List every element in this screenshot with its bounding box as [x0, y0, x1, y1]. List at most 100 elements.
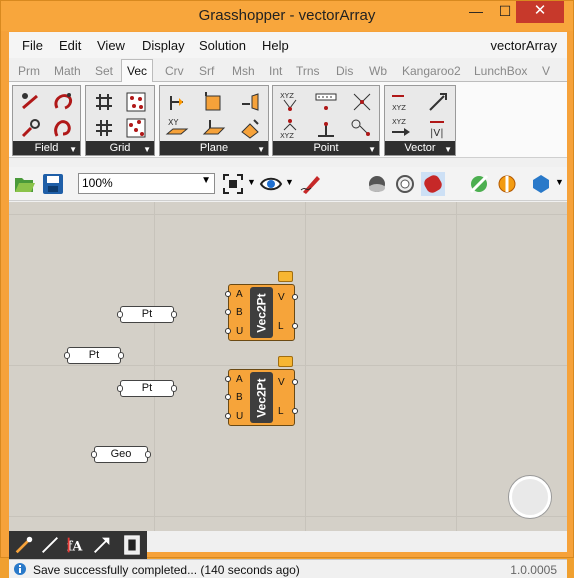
menu-view[interactable]: View	[97, 38, 125, 53]
tab-int[interactable]: Int	[269, 64, 282, 78]
field-line-charge-icon[interactable]	[19, 90, 43, 114]
input-grip[interactable]	[225, 376, 231, 382]
group-expand-icon[interactable]: ▼	[69, 145, 77, 154]
group-expand-icon[interactable]: ▼	[143, 145, 151, 154]
param-output-grip[interactable]	[171, 311, 177, 318]
save-file-icon[interactable]	[41, 172, 65, 196]
group-expand-icon[interactable]: ▼	[444, 145, 452, 154]
menu-help[interactable]: Help	[262, 38, 289, 53]
menu-file[interactable]: File	[22, 38, 43, 53]
param-input-grip[interactable]	[91, 451, 97, 458]
sketch-pen-icon[interactable]	[299, 172, 323, 196]
tab-set[interactable]: Set	[95, 64, 113, 78]
plane-deconstruct-icon[interactable]	[238, 90, 262, 114]
zoom-select[interactable]: 100% ▼	[78, 173, 215, 194]
output-l[interactable]: L	[278, 406, 284, 417]
output-v[interactable]: V	[278, 377, 285, 388]
param-input-grip[interactable]	[117, 385, 123, 392]
menu-display[interactable]: Display	[142, 38, 185, 53]
param-input-grip[interactable]	[117, 311, 123, 318]
text-tag-icon[interactable]: fA	[65, 534, 87, 556]
input-b[interactable]: B	[236, 392, 243, 403]
output-grip[interactable]	[292, 294, 298, 300]
param-output-grip[interactable]	[171, 385, 177, 392]
mesh-quality-icon[interactable]	[529, 172, 553, 196]
group-label-plane[interactable]: Plane	[160, 141, 268, 155]
vector-xyz-icon[interactable]: XYZ	[390, 116, 414, 140]
vector-amplitude-icon[interactable]: XYZ	[390, 90, 414, 114]
chevron-down-icon[interactable]: ▼	[285, 177, 294, 187]
point-construct-icon[interactable]: XYZ	[278, 90, 302, 114]
output-l[interactable]: L	[278, 321, 284, 332]
eye-icon[interactable]	[259, 172, 283, 196]
menu-edit[interactable]: Edit	[59, 38, 81, 53]
chevron-down-icon[interactable]: ▼	[555, 177, 564, 187]
output-grip[interactable]	[292, 408, 298, 414]
tab-dis[interactable]: Dis	[336, 64, 353, 78]
tab-prm[interactable]: Prm	[18, 64, 40, 78]
point-deconstruct-icon[interactable]: XYZ	[278, 116, 302, 140]
preview-shaded-icon[interactable]	[393, 172, 417, 196]
param-point-3[interactable]: Pt	[117, 380, 177, 397]
display-mode-icon[interactable]	[467, 172, 491, 196]
preview-wireframe-icon[interactable]	[365, 172, 389, 196]
tab-msh[interactable]: Msh	[232, 64, 255, 78]
vec2pt-component-1[interactable]: A B U Vec2Pt V L	[225, 284, 298, 341]
param-geometry[interactable]: Geo	[91, 446, 151, 463]
point-oriented-icon[interactable]	[314, 116, 338, 140]
canvas[interactable]: Pt Pt Pt Geo A B U Vec2Pt V L A B U Vec2…	[9, 202, 567, 531]
minimize-button[interactable]: —	[462, 1, 490, 23]
input-u[interactable]: U	[236, 326, 243, 337]
navigation-compass-icon[interactable]	[509, 476, 551, 518]
close-button[interactable]: ✕	[516, 1, 564, 23]
input-b[interactable]: B	[236, 307, 243, 318]
point-numbers-icon[interactable]	[314, 90, 338, 114]
grid-populate-icon[interactable]	[124, 90, 148, 114]
output-grip[interactable]	[292, 379, 298, 385]
info-bubble-icon[interactable]	[278, 356, 293, 367]
input-grip[interactable]	[225, 413, 231, 419]
preview-selected-icon[interactable]	[421, 172, 445, 196]
input-grip[interactable]	[225, 309, 231, 315]
vec2pt-component-2[interactable]: A B U Vec2Pt V L	[225, 369, 298, 426]
output-grip[interactable]	[292, 323, 298, 329]
grid-rectangular-icon[interactable]	[92, 90, 116, 114]
field-point-charge-icon[interactable]	[19, 116, 43, 140]
tab-vec[interactable]: Vec	[121, 59, 154, 83]
wire-pick-icon[interactable]	[13, 534, 35, 556]
field-spin-icon[interactable]	[51, 116, 75, 140]
tab-trns[interactable]: Trns	[296, 64, 320, 78]
group-label-point[interactable]: Point	[273, 141, 379, 155]
param-point-2[interactable]: Pt	[64, 347, 124, 364]
param-input-grip[interactable]	[64, 352, 70, 359]
tab-crv[interactable]: Crv	[165, 64, 184, 78]
vector-2pt-icon[interactable]	[426, 90, 450, 114]
output-v[interactable]: V	[278, 292, 285, 303]
point-cloud-icon[interactable]	[350, 90, 374, 114]
group-expand-icon[interactable]: ▼	[368, 145, 376, 154]
zoom-extents-icon[interactable]	[221, 172, 245, 196]
arrow-tool-icon[interactable]	[91, 534, 113, 556]
param-output-grip[interactable]	[118, 352, 124, 359]
grid-populate-geometry-icon[interactable]	[124, 116, 148, 140]
input-grip[interactable]	[225, 291, 231, 297]
tab-kangaroo2[interactable]: Kangaroo2	[402, 64, 461, 78]
tab-v[interactable]: V	[542, 64, 550, 78]
input-grip[interactable]	[225, 328, 231, 334]
vector-length-icon[interactable]: |V|	[426, 116, 450, 140]
chevron-down-icon[interactable]: ▼	[247, 177, 256, 187]
draw-line-icon[interactable]	[39, 534, 61, 556]
menu-solution[interactable]: Solution	[199, 38, 246, 53]
plane-xy-icon[interactable]: XY	[165, 116, 189, 140]
plane-construct-icon[interactable]	[202, 90, 226, 114]
plane-offset-icon[interactable]	[202, 116, 226, 140]
input-a[interactable]: A	[236, 374, 243, 385]
tab-math[interactable]: Math	[54, 64, 81, 78]
info-bubble-icon[interactable]	[278, 271, 293, 282]
grid-square-icon[interactable]	[92, 116, 116, 140]
plane-align-icon[interactable]	[165, 90, 189, 114]
tab-srf[interactable]: Srf	[199, 64, 214, 78]
param-output-grip[interactable]	[145, 451, 151, 458]
group-expand-icon[interactable]: ▼	[257, 145, 265, 154]
maximize-button[interactable]: ☐	[491, 1, 519, 23]
